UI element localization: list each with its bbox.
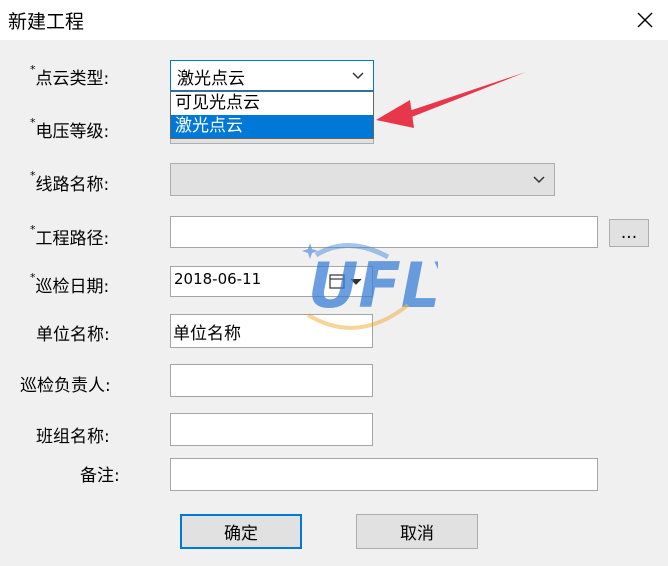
chevron-down-icon bbox=[352, 72, 364, 80]
window-title: 新建工程 bbox=[8, 11, 85, 33]
remark-input[interactable] bbox=[170, 458, 598, 491]
project-path-label: *工程路径: bbox=[30, 223, 110, 249]
annotation-arrow-icon bbox=[376, 72, 526, 128]
dropdown-option-visible-light[interactable]: 可见光点云 bbox=[171, 92, 373, 115]
svg-text:UFLY: UFLY bbox=[308, 249, 438, 322]
team-name-label: 班组名称: bbox=[36, 427, 110, 447]
line-name-select[interactable] bbox=[170, 163, 555, 196]
title-bar: 新建工程 bbox=[0, 0, 668, 40]
inspection-date-value: 2018-06-11 bbox=[174, 270, 262, 288]
point-cloud-type-dropdown: 可见光点云 激光点云 bbox=[170, 91, 374, 139]
unit-name-label: 单位名称: bbox=[36, 325, 110, 345]
voltage-level-label: *电压等级: bbox=[30, 116, 110, 142]
line-name-label: *线路名称: bbox=[30, 169, 110, 195]
cancel-button[interactable]: 取消 bbox=[356, 514, 478, 549]
point-cloud-type-label: *点云类型: bbox=[30, 63, 110, 89]
inspection-date-label: *巡检日期: bbox=[30, 271, 110, 297]
point-cloud-type-select[interactable]: 激光点云 bbox=[170, 60, 374, 91]
remark-label: 备注: bbox=[80, 466, 120, 486]
inspector-label: 巡检负责人: bbox=[20, 376, 111, 396]
point-cloud-type-value: 激光点云 bbox=[177, 69, 245, 89]
close-icon[interactable] bbox=[622, 0, 668, 40]
team-name-input[interactable] bbox=[170, 413, 373, 446]
chevron-down-icon bbox=[533, 176, 545, 184]
dropdown-option-laser[interactable]: 激光点云 bbox=[171, 115, 373, 138]
ufly-watermark-logo: UFLY bbox=[302, 243, 438, 330]
inspector-input[interactable] bbox=[170, 364, 373, 397]
ok-button[interactable]: 确定 bbox=[180, 514, 302, 549]
browse-button[interactable]: ... bbox=[609, 219, 649, 247]
